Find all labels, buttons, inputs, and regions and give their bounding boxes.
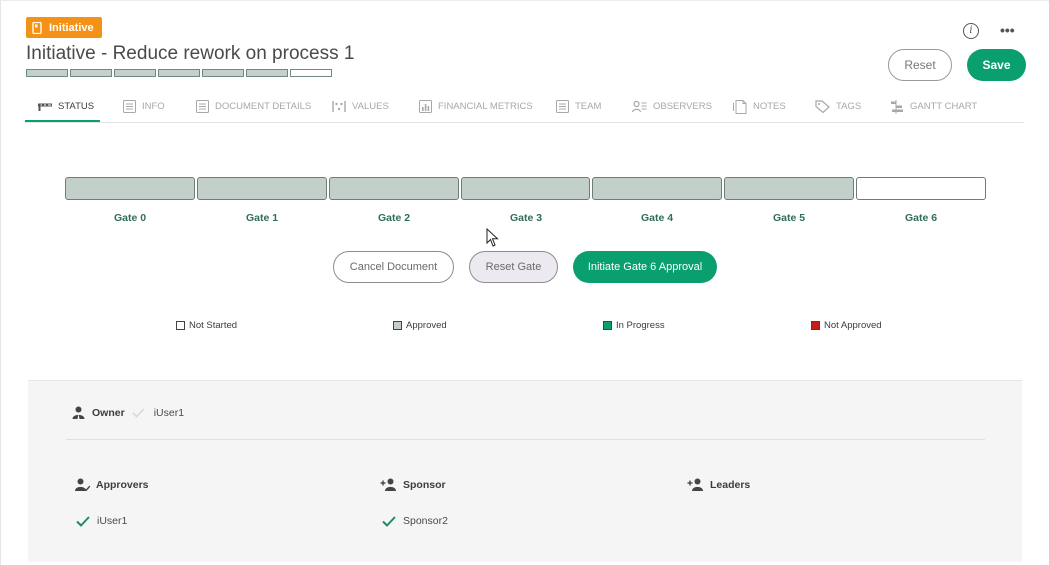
legend-label: Not Started (189, 320, 238, 331)
legend-label: In Progress (616, 320, 665, 331)
legend-in-progress: In Progress (603, 320, 665, 331)
initiate-approval-button[interactable]: Initiate Gate 6 Approval (573, 251, 717, 283)
gate-label: Gate 0 (113, 212, 147, 224)
progress-segment (202, 69, 244, 77)
owner-label: Owner (92, 406, 125, 419)
legend-approved: Approved (393, 320, 447, 331)
divider (66, 439, 985, 440)
gate-bar-3[interactable] (461, 177, 590, 200)
progress-segment (114, 69, 156, 77)
tab-financial-metrics[interactable]: FINANCIAL METRICS (419, 97, 533, 123)
tab-label: INFO (142, 101, 165, 112)
tab-bar: STATUS INFO DOCUMENT DETAILS VALUES FINA… (25, 97, 1024, 123)
initiative-badge: Initiative (26, 17, 102, 38)
approvers-label: Approvers (96, 478, 149, 491)
user-check-icon (75, 478, 90, 491)
sponsor-name: Sponsor2 (403, 515, 448, 527)
gate-label: Gate 3 (509, 212, 543, 224)
add-user-icon (380, 478, 396, 491)
sponsor-label: Sponsor (403, 478, 446, 491)
progress-segment (70, 69, 112, 77)
tab-label: FINANCIAL METRICS (438, 101, 533, 112)
legend-swatch (393, 321, 402, 330)
tags-icon (815, 100, 830, 113)
gate-bar-1[interactable] (197, 177, 327, 200)
tab-label: GANTT CHART (910, 101, 978, 112)
progress-segment (246, 69, 288, 77)
tab-status[interactable]: STATUS (25, 97, 100, 122)
sponsor-item: Sponsor2 (382, 515, 448, 527)
leaders-label: Leaders (710, 478, 751, 491)
financial-metrics-icon (419, 100, 432, 113)
tab-document-details[interactable]: DOCUMENT DETAILS (196, 97, 311, 123)
info-list-icon (123, 100, 136, 113)
team-icon (556, 100, 569, 113)
gate-bar-0[interactable] (65, 177, 195, 200)
progress-segment (26, 69, 68, 77)
more-horizontal-icon[interactable]: ••• (1000, 22, 1015, 38)
document-details-icon (196, 100, 209, 113)
tab-notes[interactable]: NOTES (733, 97, 786, 123)
save-button[interactable]: Save (967, 49, 1026, 81)
tab-info[interactable]: INFO (123, 97, 165, 123)
approver-item: iUser1 (76, 515, 127, 527)
notes-icon (733, 100, 747, 114)
info-icon[interactable]: i (963, 23, 979, 39)
observers-icon (632, 100, 647, 113)
gate-label: Gate 5 (772, 212, 806, 224)
tab-label: NOTES (753, 101, 786, 112)
values-icon (332, 101, 346, 112)
legend-label: Not Approved (824, 320, 882, 331)
page-title: Initiative - Reduce rework on process 1 (26, 43, 355, 64)
reset-button[interactable]: Reset (888, 49, 952, 81)
gate-label: Gate 1 (245, 212, 279, 224)
legend-not-started: Not Started (176, 320, 237, 331)
gate-bar-5[interactable] (724, 177, 854, 200)
owner-row: Owner iUser1 (72, 406, 184, 419)
badge-label: Initiative (49, 21, 94, 34)
progress-segment (158, 69, 200, 77)
document-icon (32, 21, 42, 34)
tab-label: OBSERVERS (653, 101, 712, 112)
legend-swatch (811, 321, 820, 330)
progress-segment (290, 69, 332, 77)
tab-team[interactable]: TEAM (556, 97, 601, 123)
approvers-header: Approvers (75, 478, 149, 491)
owner-value: iUser1 (153, 406, 185, 419)
check-icon (76, 515, 90, 527)
tab-gantt-chart[interactable]: GANTT CHART (890, 97, 977, 123)
tab-label: TAGS (836, 101, 862, 112)
gate-label: Gate 2 (377, 212, 411, 224)
mini-gate-progress (26, 69, 332, 77)
tab-values[interactable]: VALUES (332, 97, 389, 123)
cancel-document-button[interactable]: Cancel Document (333, 251, 454, 283)
gate-bar-2[interactable] (329, 177, 459, 200)
tab-label: DOCUMENT DETAILS (215, 101, 312, 112)
gate-label: Gate 6 (904, 212, 938, 224)
gate-bar-6[interactable] (856, 177, 986, 200)
approver-name: iUser1 (97, 515, 128, 527)
check-icon (382, 515, 396, 527)
legend-swatch (176, 321, 185, 330)
gantt-chart-icon (891, 100, 903, 114)
legend-not-approved: Not Approved (811, 320, 882, 331)
sponsor-header: Sponsor (380, 478, 446, 491)
tab-observers[interactable]: OBSERVERS (632, 97, 712, 123)
tab-label: TEAM (575, 101, 602, 112)
tab-label: VALUES (352, 101, 389, 112)
leaders-header: Leaders (687, 478, 750, 491)
gate-label: Gate 4 (640, 212, 674, 224)
legend-swatch (603, 321, 612, 330)
check-icon (132, 407, 145, 418)
status-gates-icon (38, 103, 52, 111)
reset-gate-button[interactable]: Reset Gate (469, 251, 558, 283)
tab-label: STATUS (58, 101, 95, 112)
legend-label: Approved (406, 320, 447, 331)
owner-icon (72, 406, 85, 419)
mouse-cursor-icon (486, 228, 499, 247)
tab-tags[interactable]: TAGS (815, 97, 861, 123)
add-user-icon (687, 478, 703, 491)
gate-bar-4[interactable] (592, 177, 722, 200)
